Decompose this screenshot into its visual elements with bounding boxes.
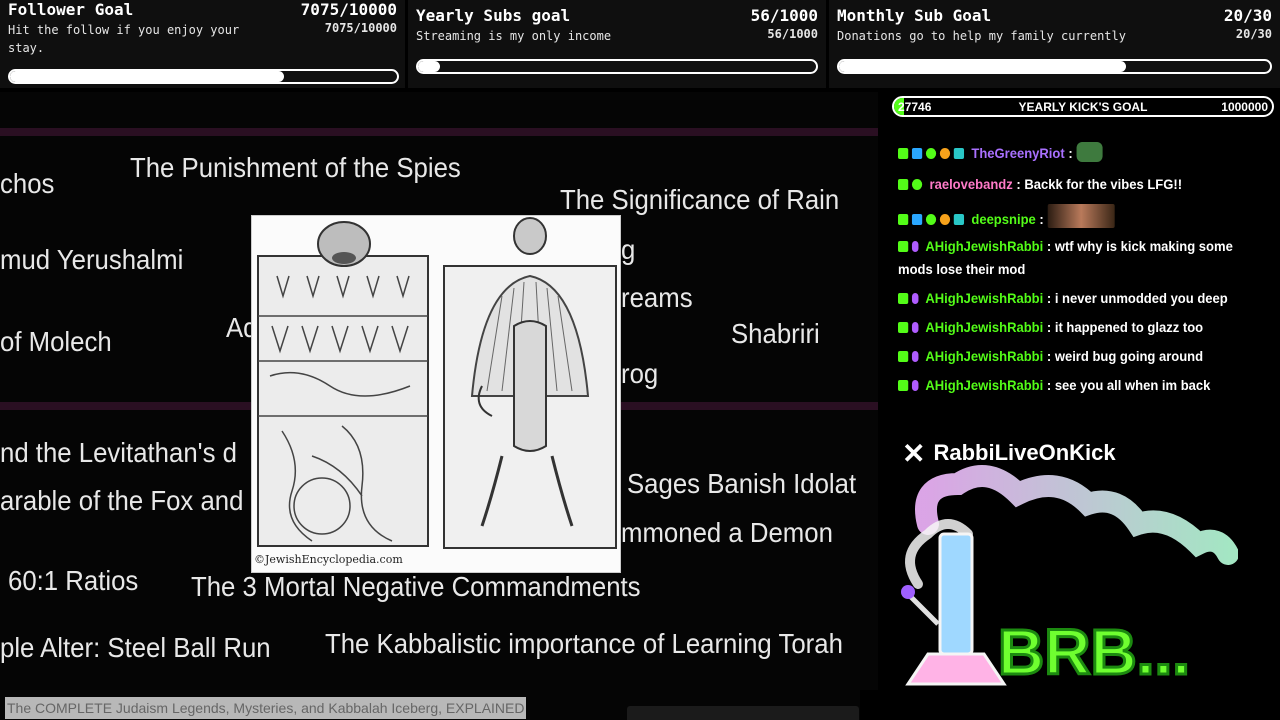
goal-progress-bar bbox=[837, 59, 1272, 74]
iceberg-label: of Molech bbox=[0, 326, 112, 357]
kick-badge-icon bbox=[898, 351, 909, 362]
goal-description: Hit the follow if you enjoy your stay. bbox=[8, 23, 240, 55]
iceberg-label: The Punishment of the Spies bbox=[130, 152, 461, 183]
goal-title: Yearly Subs goal bbox=[416, 6, 571, 25]
chat-panel: 27746 YEARLY KICK'S GOAL 1000000 TheGree… bbox=[878, 92, 1280, 720]
chat-username[interactable]: deepsnipe bbox=[971, 211, 1035, 227]
lower-tab bbox=[627, 706, 859, 720]
kick-goal-title: YEARLY KICK'S GOAL bbox=[1018, 100, 1148, 114]
goal-subcount: 20/30 bbox=[1235, 27, 1272, 41]
follower-goal-widget: Follower Goal 7075/10000 Hit the follow … bbox=[0, 0, 405, 88]
goal-description: Donations go to help my family currently bbox=[837, 29, 1126, 43]
chat-username[interactable]: AHighJewishRabbi bbox=[925, 348, 1043, 364]
goal-progress-fill bbox=[418, 61, 441, 72]
iceberg-label: chos bbox=[0, 168, 55, 199]
chat-username[interactable]: AHighJewishRabbi bbox=[925, 238, 1043, 254]
chat-text: i never unmodded you deep bbox=[1054, 290, 1228, 306]
spacer bbox=[860, 690, 878, 720]
chat-message: deepsnipe : bbox=[898, 204, 1248, 231]
goal-title: Follower Goal bbox=[8, 0, 134, 19]
video-area: chos The Punishment of the Spies The Sig… bbox=[0, 92, 878, 720]
iceberg-label: Sages Banish Idolat bbox=[627, 468, 857, 499]
kick-badge-icon bbox=[898, 179, 909, 190]
goal-description: Streaming is my only income bbox=[416, 29, 612, 43]
goal-count: 56/1000 bbox=[750, 6, 818, 25]
gold-badge-icon bbox=[939, 214, 951, 225]
iceberg-label: rog bbox=[621, 358, 659, 389]
grid-badge-icon bbox=[953, 214, 965, 225]
kick-badge-icon bbox=[898, 293, 909, 304]
yearly-subs-goal-widget: Yearly Subs goal 56/1000 Streaming is my… bbox=[408, 0, 826, 88]
iceberg-label: mud Yerushalmi bbox=[0, 244, 184, 275]
chat-username[interactable]: TheGreenyRiot bbox=[971, 145, 1064, 161]
mod-badge-icon bbox=[911, 241, 919, 252]
goal-count: 20/30 bbox=[1223, 6, 1272, 25]
iceberg-label: ple Alter: Steel Ball Run bbox=[0, 632, 271, 663]
iceberg-label: g bbox=[621, 234, 636, 265]
image-credit: ©JewishEncyclopedia.com bbox=[254, 553, 403, 566]
goal-subcount: 56/1000 bbox=[767, 27, 818, 41]
verified-badge-icon bbox=[911, 148, 923, 159]
check-badge-icon bbox=[911, 179, 923, 190]
chat-username[interactable]: AHighJewishRabbi bbox=[925, 290, 1043, 306]
mod-badge-icon bbox=[911, 322, 919, 333]
iceberg-label: mmoned a Demon bbox=[621, 517, 833, 548]
goal-progress-fill bbox=[10, 71, 284, 82]
chat-message: AHighJewishRabbi : it happened to glazz … bbox=[898, 316, 1248, 339]
divider-band bbox=[0, 128, 878, 136]
gold-badge-icon bbox=[939, 148, 951, 159]
grid-badge-icon bbox=[953, 148, 965, 159]
brb-text: BRB... bbox=[998, 616, 1190, 688]
kick-badge-icon bbox=[898, 148, 909, 159]
engraving-illustration bbox=[257, 217, 617, 549]
pepe-emote-icon bbox=[1076, 142, 1103, 162]
iceberg-label: The Kabbalistic importance of Learning T… bbox=[325, 628, 843, 659]
engraving-image: ©JewishEncyclopedia.com bbox=[251, 215, 621, 573]
mod-badge-icon bbox=[911, 293, 919, 304]
chat-text: Backk for the vibes LFG!! bbox=[1024, 176, 1183, 192]
chat-message: raelovebandz : Backk for the vibes LFG!! bbox=[898, 173, 1248, 196]
kick-badge-icon bbox=[898, 380, 909, 391]
iceberg-label: reams bbox=[621, 282, 693, 313]
chat-text: weird bug going around bbox=[1054, 348, 1204, 364]
iceberg-label: Shabriri bbox=[731, 318, 820, 349]
chat-message: AHighJewishRabbi : i never unmodded you … bbox=[898, 287, 1248, 310]
goal-progress-bar bbox=[416, 59, 818, 74]
verified-badge-icon bbox=[911, 214, 923, 225]
chat-message: AHighJewishRabbi : weird bug going aroun… bbox=[898, 345, 1248, 368]
goal-title: Monthly Sub Goal bbox=[837, 6, 992, 25]
photo-emote-icon bbox=[1047, 204, 1115, 228]
chat-text: see you all when im back bbox=[1054, 377, 1211, 393]
goal-progress-fill bbox=[839, 61, 1127, 72]
social-handle-text: RabbiLiveOnKick bbox=[933, 440, 1116, 465]
chat-message: AHighJewishRabbi : see you all when im b… bbox=[898, 374, 1248, 397]
chat-username[interactable]: raelovebandz bbox=[930, 176, 1013, 192]
iceberg-label: The 3 Mortal Negative Commandments bbox=[191, 571, 641, 602]
goal-subcount: 7075/10000 bbox=[324, 21, 397, 35]
kick-goal-bar: 27746 YEARLY KICK'S GOAL 1000000 bbox=[892, 96, 1274, 117]
kick-goal-target: 1000000 bbox=[1221, 100, 1268, 114]
kick-badge-icon bbox=[898, 214, 909, 225]
goal-count: 7075/10000 bbox=[300, 0, 397, 19]
iceberg-label: arable of the Fox and bbox=[0, 485, 244, 516]
kick-badge-icon bbox=[898, 322, 909, 333]
mod-badge-icon bbox=[911, 351, 919, 362]
mod-badge-icon bbox=[911, 380, 919, 391]
check-badge-icon bbox=[925, 214, 937, 225]
chat-message: AHighJewishRabbi : wtf why is kick makin… bbox=[898, 238, 1233, 277]
iceberg-label: 60:1 Ratios bbox=[8, 565, 139, 596]
monthly-sub-goal-widget: Monthly Sub Goal 20/30 Donations go to h… bbox=[829, 0, 1280, 88]
brb-bong-graphic: BRB... bbox=[901, 465, 1238, 690]
video-caption: The COMPLETE Judaism Legends, Mysteries,… bbox=[5, 697, 527, 719]
iceberg-label: The Significance of Rain bbox=[560, 184, 840, 215]
chat-username[interactable]: AHighJewishRabbi bbox=[925, 319, 1043, 335]
goal-progress-bar bbox=[8, 69, 399, 84]
chat-text: it happened to glazz too bbox=[1054, 319, 1204, 335]
chat-username[interactable]: AHighJewishRabbi bbox=[925, 377, 1043, 393]
chat-message: TheGreenyRiot : bbox=[898, 142, 1248, 165]
iceberg-label: nd the Levitathan's d bbox=[0, 437, 237, 468]
check-badge-icon bbox=[925, 148, 937, 159]
kick-badge-icon bbox=[898, 241, 909, 252]
